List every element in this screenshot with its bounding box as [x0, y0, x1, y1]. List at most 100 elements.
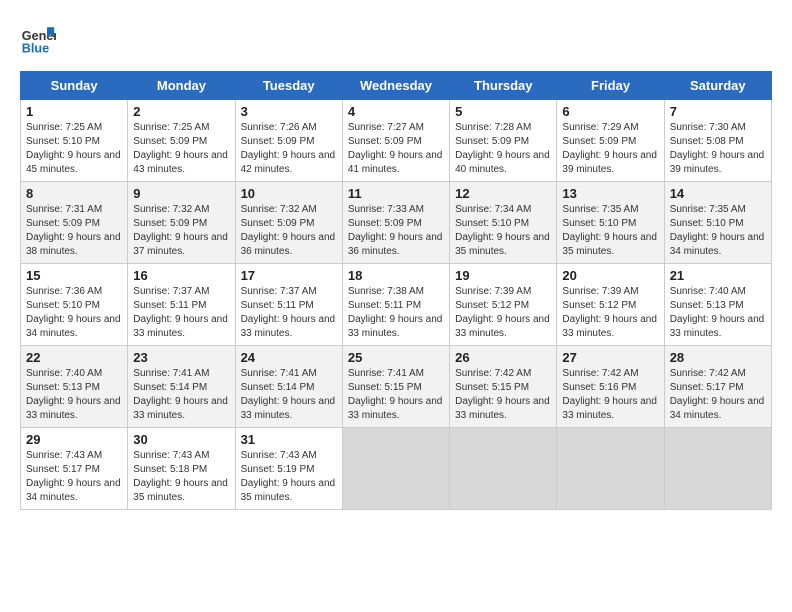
day-info: Sunrise: 7:32 AMSunset: 5:09 PMDaylight:… — [241, 204, 336, 257]
day-number: 18 — [348, 268, 444, 283]
day-number: 30 — [133, 432, 229, 447]
day-info: Sunrise: 7:41 AMSunset: 5:14 PMDaylight:… — [241, 368, 336, 421]
calendar-cell: 19Sunrise: 7:39 AMSunset: 5:12 PMDayligh… — [450, 264, 557, 346]
day-number: 15 — [26, 268, 122, 283]
day-number: 9 — [133, 186, 229, 201]
day-number: 7 — [670, 104, 766, 119]
day-info: Sunrise: 7:25 AMSunset: 5:10 PMDaylight:… — [26, 122, 121, 175]
day-number: 27 — [562, 350, 658, 365]
calendar-cell: 1 Sunrise: 7:25 AMSunset: 5:10 PMDaylight… — [21, 100, 128, 182]
logo-icon: General Blue — [20, 20, 56, 56]
calendar-week-5: 29Sunrise: 7:43 AMSunset: 5:17 PMDayligh… — [21, 428, 772, 510]
day-header-sunday: Sunday — [21, 72, 128, 100]
calendar-cell: 22 Sunrise: 7:40 AMSunset: 5:13 PMDayligh… — [21, 346, 128, 428]
calendar-cell: 15 Sunrise: 7:36 AMSunset: 5:10 PMDayligh… — [21, 264, 128, 346]
day-info: Sunrise: 7:35 AMSunset: 5:10 PMDaylight:… — [562, 204, 657, 257]
day-info: Sunrise: 7:30 AMSunset: 5:08 PMDaylight:… — [670, 122, 765, 175]
day-info: Sunrise: 7:32 AMSunset: 5:09 PMDaylight:… — [133, 204, 228, 257]
calendar-cell: 26 Sunrise: 7:42 AMSunset: 5:15 PMDayligh… — [450, 346, 557, 428]
calendar-cell — [664, 428, 771, 510]
calendar-week-2: 8 Sunrise: 7:31 AMSunset: 5:09 PMDaylight… — [21, 182, 772, 264]
day-number: 23 — [133, 350, 229, 365]
day-info: Sunrise: 7:34 AMSunset: 5:10 PMDaylight:… — [455, 204, 550, 257]
day-header-monday: Monday — [128, 72, 235, 100]
calendar-cell: 23 Sunrise: 7:41 AMSunset: 5:14 PMDayligh… — [128, 346, 235, 428]
calendar-cell: 4Sunrise: 7:27 AMSunset: 5:09 PMDaylight… — [342, 100, 449, 182]
day-info: Sunrise: 7:35 AMSunset: 5:10 PMDaylight:… — [670, 204, 765, 257]
calendar-cell: 13 Sunrise: 7:35 AMSunset: 5:10 PMDayligh… — [557, 182, 664, 264]
day-info: Sunrise: 7:33 AMSunset: 5:09 PMDaylight:… — [348, 204, 443, 257]
day-info: Sunrise: 7:43 AMSunset: 5:18 PMDaylight:… — [133, 450, 228, 503]
calendar-cell: 18 Sunrise: 7:38 AMSunset: 5:11 PMDayligh… — [342, 264, 449, 346]
day-info: Sunrise: 7:31 AMSunset: 5:09 PMDaylight:… — [26, 204, 121, 257]
calendar-header-row: SundayMondayTuesdayWednesdayThursdayFrid… — [21, 72, 772, 100]
calendar-cell: 2 Sunrise: 7:25 AMSunset: 5:09 PMDaylight… — [128, 100, 235, 182]
day-info: Sunrise: 7:39 AMSunset: 5:12 PMDaylight:… — [562, 286, 657, 339]
page-header: General Blue — [20, 20, 772, 56]
day-info: Sunrise: 7:27 AMSunset: 5:09 PMDaylight:… — [348, 122, 443, 175]
day-number: 17 — [241, 268, 337, 283]
day-number: 31 — [241, 432, 337, 447]
day-info: Sunrise: 7:25 AMSunset: 5:09 PMDaylight:… — [133, 122, 228, 175]
calendar-cell: 20 Sunrise: 7:39 AMSunset: 5:12 PMDayligh… — [557, 264, 664, 346]
day-number: 6 — [562, 104, 658, 119]
day-number: 21 — [670, 268, 766, 283]
day-info: Sunrise: 7:36 AMSunset: 5:10 PMDaylight:… — [26, 286, 121, 339]
day-header-thursday: Thursday — [450, 72, 557, 100]
day-number: 13 — [562, 186, 658, 201]
day-number: 24 — [241, 350, 337, 365]
day-number: 22 — [26, 350, 122, 365]
calendar-table: SundayMondayTuesdayWednesdayThursdayFrid… — [20, 71, 772, 510]
day-number: 20 — [562, 268, 658, 283]
calendar-cell: 3 Sunrise: 7:26 AMSunset: 5:09 PMDaylight… — [235, 100, 342, 182]
day-info: Sunrise: 7:43 AMSunset: 5:19 PMDaylight:… — [241, 450, 336, 503]
day-number: 28 — [670, 350, 766, 365]
day-number: 11 — [348, 186, 444, 201]
day-info: Sunrise: 7:40 AMSunset: 5:13 PMDaylight:… — [670, 286, 765, 339]
calendar-cell: 8 Sunrise: 7:31 AMSunset: 5:09 PMDaylight… — [21, 182, 128, 264]
day-number: 26 — [455, 350, 551, 365]
logo: General Blue — [20, 20, 56, 56]
day-info: Sunrise: 7:42 AMSunset: 5:15 PMDaylight:… — [455, 368, 550, 421]
day-number: 8 — [26, 186, 122, 201]
day-number: 1 — [26, 104, 122, 119]
calendar-cell — [450, 428, 557, 510]
day-info: Sunrise: 7:40 AMSunset: 5:13 PMDaylight:… — [26, 368, 121, 421]
calendar-cell: 29Sunrise: 7:43 AMSunset: 5:17 PMDayligh… — [21, 428, 128, 510]
day-number: 5 — [455, 104, 551, 119]
day-number: 19 — [455, 268, 551, 283]
calendar-cell: 10 Sunrise: 7:32 AMSunset: 5:09 PMDayligh… — [235, 182, 342, 264]
calendar-cell: 21 Sunrise: 7:40 AMSunset: 5:13 PMDayligh… — [664, 264, 771, 346]
calendar-week-4: 22 Sunrise: 7:40 AMSunset: 5:13 PMDayligh… — [21, 346, 772, 428]
day-info: Sunrise: 7:42 AMSunset: 5:16 PMDaylight:… — [562, 368, 657, 421]
calendar-cell: 12 Sunrise: 7:34 AMSunset: 5:10 PMDayligh… — [450, 182, 557, 264]
day-info: Sunrise: 7:41 AMSunset: 5:14 PMDaylight:… — [133, 368, 228, 421]
day-number: 2 — [133, 104, 229, 119]
day-number: 10 — [241, 186, 337, 201]
calendar-cell: 27 Sunrise: 7:42 AMSunset: 5:16 PMDayligh… — [557, 346, 664, 428]
calendar-week-1: 1 Sunrise: 7:25 AMSunset: 5:10 PMDaylight… — [21, 100, 772, 182]
calendar-cell: 16Sunrise: 7:37 AMSunset: 5:11 PMDayligh… — [128, 264, 235, 346]
calendar-week-3: 15 Sunrise: 7:36 AMSunset: 5:10 PMDayligh… — [21, 264, 772, 346]
calendar-cell: 6 Sunrise: 7:29 AMSunset: 5:09 PMDaylight… — [557, 100, 664, 182]
day-number: 12 — [455, 186, 551, 201]
day-info: Sunrise: 7:41 AMSunset: 5:15 PMDaylight:… — [348, 368, 443, 421]
calendar-cell: 11 Sunrise: 7:33 AMSunset: 5:09 PMDayligh… — [342, 182, 449, 264]
day-info: Sunrise: 7:28 AMSunset: 5:09 PMDaylight:… — [455, 122, 550, 175]
calendar-cell: 7 Sunrise: 7:30 AMSunset: 5:08 PMDaylight… — [664, 100, 771, 182]
calendar-cell — [342, 428, 449, 510]
day-number: 14 — [670, 186, 766, 201]
calendar-cell: 17Sunrise: 7:37 AMSunset: 5:11 PMDayligh… — [235, 264, 342, 346]
day-header-friday: Friday — [557, 72, 664, 100]
day-info: Sunrise: 7:38 AMSunset: 5:11 PMDaylight:… — [348, 286, 443, 339]
calendar-cell: 25Sunrise: 7:41 AMSunset: 5:15 PMDayligh… — [342, 346, 449, 428]
calendar-cell: 5 Sunrise: 7:28 AMSunset: 5:09 PMDaylight… — [450, 100, 557, 182]
day-header-saturday: Saturday — [664, 72, 771, 100]
svg-text:Blue: Blue — [22, 41, 49, 55]
day-info: Sunrise: 7:29 AMSunset: 5:09 PMDaylight:… — [562, 122, 657, 175]
calendar-cell: 14 Sunrise: 7:35 AMSunset: 5:10 PMDayligh… — [664, 182, 771, 264]
day-number: 3 — [241, 104, 337, 119]
day-info: Sunrise: 7:37 AMSunset: 5:11 PMDaylight:… — [133, 286, 228, 339]
day-info: Sunrise: 7:26 AMSunset: 5:09 PMDaylight:… — [241, 122, 336, 175]
calendar-cell: 24 Sunrise: 7:41 AMSunset: 5:14 PMDayligh… — [235, 346, 342, 428]
